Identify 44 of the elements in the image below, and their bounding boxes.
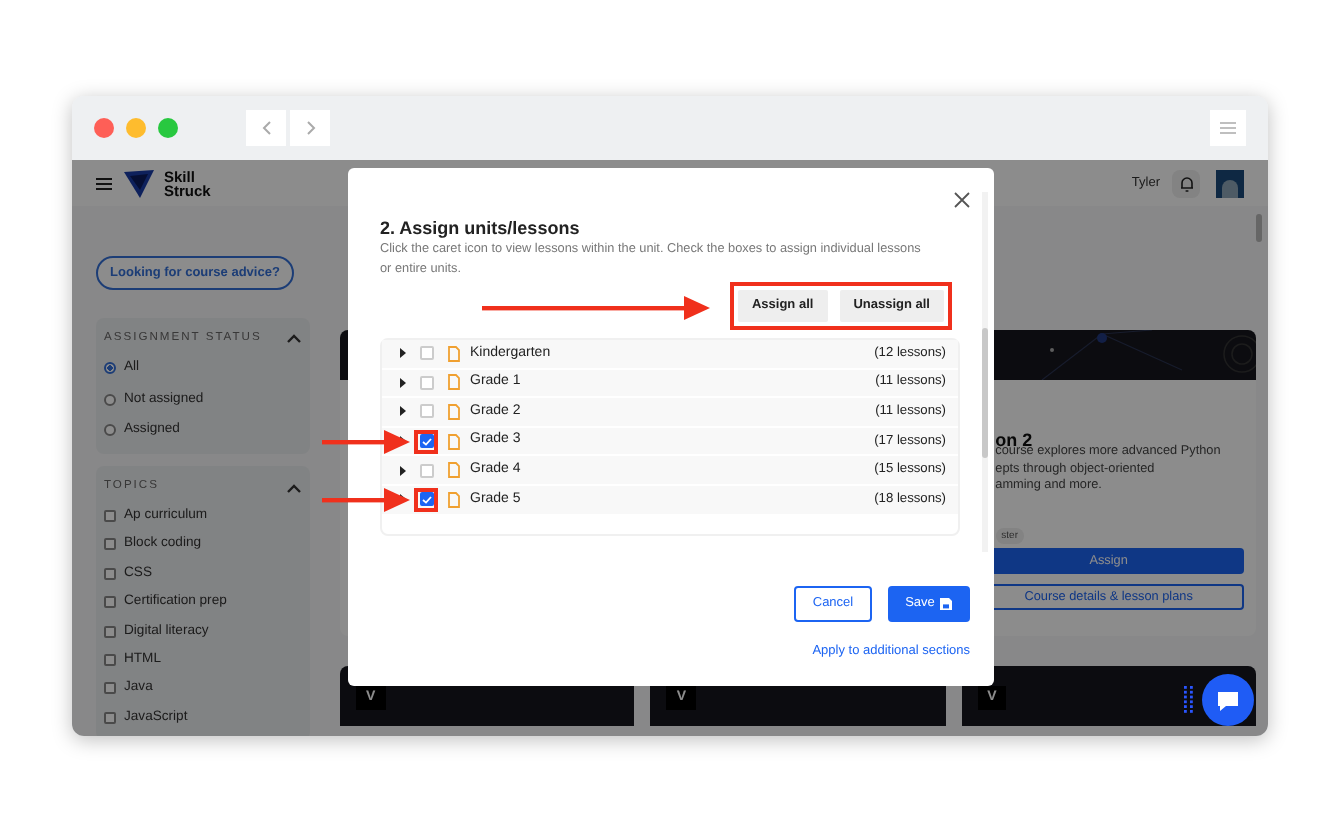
dots-grid-icon [1184, 686, 1194, 714]
forward-button[interactable] [290, 110, 330, 146]
dialog-title: 2. Assign units/lessons [380, 216, 582, 240]
arrow-annotation [322, 488, 410, 513]
chevron-up-icon[interactable] [286, 332, 302, 345]
checkbox[interactable] [104, 625, 116, 638]
chevron-right-icon [305, 120, 315, 136]
checkbox[interactable] [104, 654, 116, 667]
chat-icon [1216, 689, 1240, 711]
save-icon [940, 598, 953, 610]
notifications-button[interactable] [1172, 169, 1200, 197]
checkbox[interactable] [104, 711, 116, 724]
checkbox[interactable] [104, 567, 116, 580]
radio-button[interactable] [104, 362, 116, 375]
caret-right-icon[interactable] [400, 377, 406, 388]
check-icon [421, 437, 431, 446]
close-button[interactable] [954, 192, 970, 208]
radio-button[interactable] [104, 424, 116, 437]
caret-right-icon[interactable] [400, 406, 406, 417]
menu-icon[interactable] [96, 177, 112, 189]
close-window-icon[interactable] [94, 118, 114, 138]
caret-right-icon[interactable] [400, 465, 406, 476]
radio-button[interactable] [104, 393, 116, 406]
avatar[interactable] [1216, 169, 1244, 197]
close-icon [954, 192, 970, 208]
checkbox[interactable] [104, 538, 116, 551]
checkbox[interactable] [104, 596, 116, 609]
maximize-window-icon[interactable] [158, 118, 178, 138]
checkbox[interactable] [104, 682, 116, 695]
caret-right-icon[interactable] [400, 348, 406, 359]
browser-menu-button[interactable] [1210, 110, 1246, 146]
checkbox[interactable] [419, 492, 433, 507]
back-button[interactable] [246, 110, 286, 146]
logo-icon [124, 169, 154, 197]
chevron-up-icon[interactable] [286, 481, 302, 494]
check-icon [421, 495, 431, 504]
chevron-left-icon [261, 120, 271, 136]
minimize-window-icon[interactable] [126, 118, 146, 138]
bell-icon [1179, 175, 1193, 191]
course-title: on 2 [995, 430, 1033, 450]
checkbox[interactable] [419, 434, 433, 449]
menu-icon [1220, 122, 1236, 134]
checkbox[interactable] [104, 510, 116, 523]
arrow-annotation [322, 430, 410, 455]
